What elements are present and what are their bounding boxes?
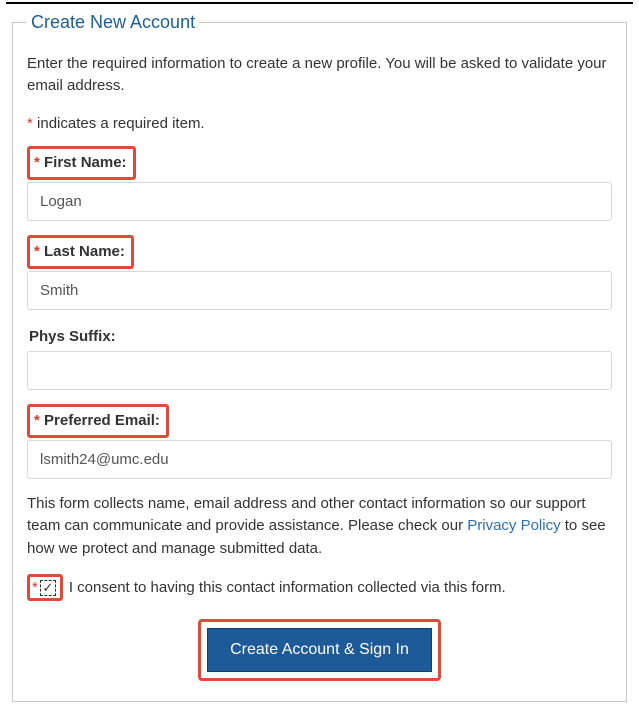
required-note: * indicates a required item. bbox=[27, 115, 612, 132]
submit-row: Create Account & Sign In bbox=[27, 619, 612, 681]
first-name-input[interactable] bbox=[27, 182, 612, 221]
first-name-label-text: First Name: bbox=[44, 154, 127, 171]
first-name-label: * First Name: bbox=[32, 150, 129, 176]
suffix-block: Phys Suffix: bbox=[27, 324, 612, 398]
privacy-policy-link[interactable]: Privacy Policy bbox=[467, 517, 560, 534]
last-name-input[interactable] bbox=[27, 271, 612, 310]
asterisk-icon: * bbox=[34, 243, 40, 260]
privacy-text: This form collects name, email address a… bbox=[27, 493, 612, 561]
top-divider bbox=[6, 2, 633, 4]
intro-text: Enter the required information to create… bbox=[27, 53, 612, 97]
asterisk-icon: * bbox=[34, 412, 40, 429]
email-label-highlight: * Preferred Email: bbox=[27, 404, 169, 438]
last-name-label-highlight: * Last Name: bbox=[27, 235, 134, 269]
panel-legend: Create New Account bbox=[27, 12, 199, 33]
asterisk-icon: * bbox=[32, 579, 38, 596]
required-note-text: indicates a required item. bbox=[37, 115, 205, 132]
create-account-button[interactable]: Create Account & Sign In bbox=[207, 628, 432, 672]
asterisk-icon: * bbox=[34, 154, 40, 171]
consent-row: * ✓ I consent to having this contact inf… bbox=[27, 574, 612, 601]
first-name-label-highlight: * First Name: bbox=[27, 146, 136, 180]
consent-checkbox[interactable]: ✓ bbox=[40, 580, 56, 596]
last-name-label: * Last Name: bbox=[32, 239, 127, 265]
email-label-text: Preferred Email: bbox=[44, 412, 160, 429]
last-name-block: * Last Name: bbox=[27, 235, 612, 318]
suffix-input[interactable] bbox=[27, 351, 612, 390]
email-block: * Preferred Email: bbox=[27, 404, 612, 487]
submit-highlight: Create Account & Sign In bbox=[198, 619, 441, 681]
suffix-label: Phys Suffix: bbox=[27, 324, 118, 349]
asterisk-icon: * bbox=[27, 115, 33, 132]
first-name-block: * First Name: bbox=[27, 146, 612, 229]
last-name-label-text: Last Name: bbox=[44, 243, 125, 260]
consent-highlight: * ✓ bbox=[27, 574, 63, 601]
email-label: * Preferred Email: bbox=[32, 408, 162, 434]
email-input[interactable] bbox=[27, 440, 612, 479]
create-account-panel: Create New Account Enter the required in… bbox=[12, 12, 627, 702]
consent-text: I consent to having this contact informa… bbox=[69, 579, 506, 596]
